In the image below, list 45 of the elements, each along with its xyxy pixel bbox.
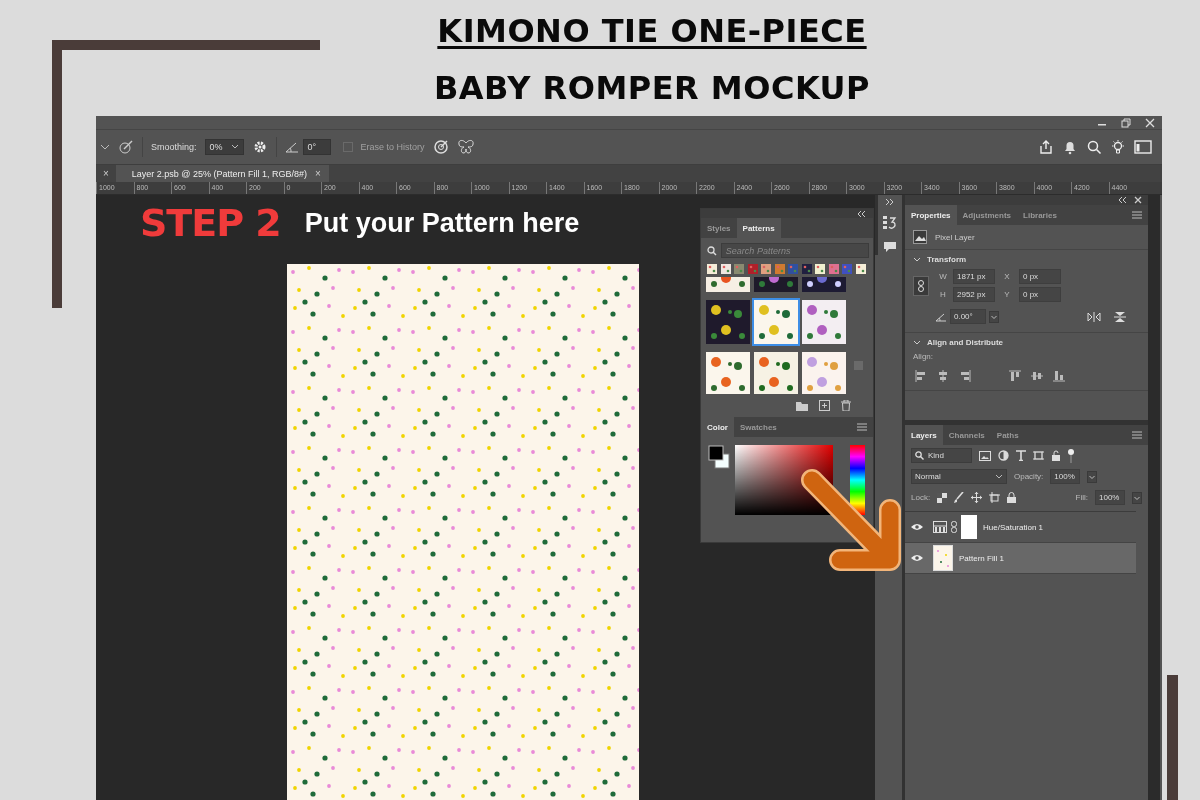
value-field[interactable]: 1871 px bbox=[953, 269, 995, 284]
opacity-field[interactable]: 100% bbox=[1050, 469, 1081, 484]
field-label: H bbox=[939, 290, 947, 299]
title-line: BABY ROMPER MOCKUP bbox=[433, 68, 871, 108]
close-button[interactable]: × bbox=[96, 165, 116, 182]
layer-row[interactable]: Pattern Fill 1 bbox=[905, 543, 1136, 574]
panel-tab[interactable]: Paths bbox=[990, 425, 1025, 445]
panel-tab[interactable]: Layers bbox=[905, 425, 943, 445]
fill-label: Fill: bbox=[1075, 493, 1088, 502]
document-tab[interactable]: Layer 2.psb @ 25% (Pattern Fill 1, RGB/8#) × bbox=[115, 165, 329, 182]
panel-tab[interactable]: Swatches bbox=[733, 417, 783, 437]
align-label: Align: bbox=[913, 352, 934, 361]
panel-tab[interactable]: Channels bbox=[942, 425, 991, 445]
tab-close-button[interactable]: × bbox=[315, 168, 321, 179]
smoothing-field[interactable]: 0% bbox=[204, 139, 244, 155]
layer-name: Pattern Fill 1 bbox=[959, 553, 1004, 563]
panel-tab[interactable]: Adjustments bbox=[956, 205, 1018, 225]
section-heading: Transform bbox=[927, 255, 967, 264]
filter-dropdown[interactable]: Kind bbox=[911, 448, 972, 463]
panel-tab[interactable]: Libraries bbox=[1017, 205, 1063, 225]
panel-tab[interactable]: Styles bbox=[701, 218, 737, 238]
field-label: X bbox=[1003, 272, 1011, 281]
layer-type-label: Pixel Layer bbox=[935, 232, 975, 242]
step-label: STEP 2 bbox=[140, 201, 281, 245]
title-line: KIMONO TIE ONE-PIECE bbox=[437, 11, 867, 52]
value-field[interactable]: 0 px bbox=[1019, 287, 1061, 302]
angle-field[interactable]: 0.00° bbox=[950, 309, 986, 324]
panel-tab[interactable]: Properties bbox=[905, 205, 957, 225]
section-heading: Align and Distribute bbox=[927, 338, 1003, 347]
opacity-label: Opacity: bbox=[1014, 472, 1044, 481]
search-field[interactable]: Search Patterns bbox=[720, 243, 869, 258]
lock-label: Lock: bbox=[911, 493, 931, 502]
layer-name: Hue/Saturation 1 bbox=[983, 522, 1044, 532]
value-field[interactable]: 2952 px bbox=[953, 287, 995, 302]
value-field[interactable]: 0 px bbox=[1019, 269, 1061, 284]
panel-tab[interactable]: Color bbox=[701, 417, 734, 437]
panel-tab[interactable]: Patterns bbox=[736, 218, 781, 238]
smoothing-label: Smoothing: bbox=[151, 142, 197, 152]
erase-to-history-label: Erase to History bbox=[360, 142, 425, 152]
angle-field[interactable]: 0° bbox=[302, 139, 331, 155]
field-label: Y bbox=[1003, 290, 1011, 299]
field-label: W bbox=[938, 272, 948, 281]
blend-mode-dropdown[interactable]: Normal bbox=[911, 469, 1007, 484]
fill-field[interactable]: 100% bbox=[1095, 490, 1125, 505]
instruction-text: Put your Pattern here bbox=[304, 207, 580, 239]
